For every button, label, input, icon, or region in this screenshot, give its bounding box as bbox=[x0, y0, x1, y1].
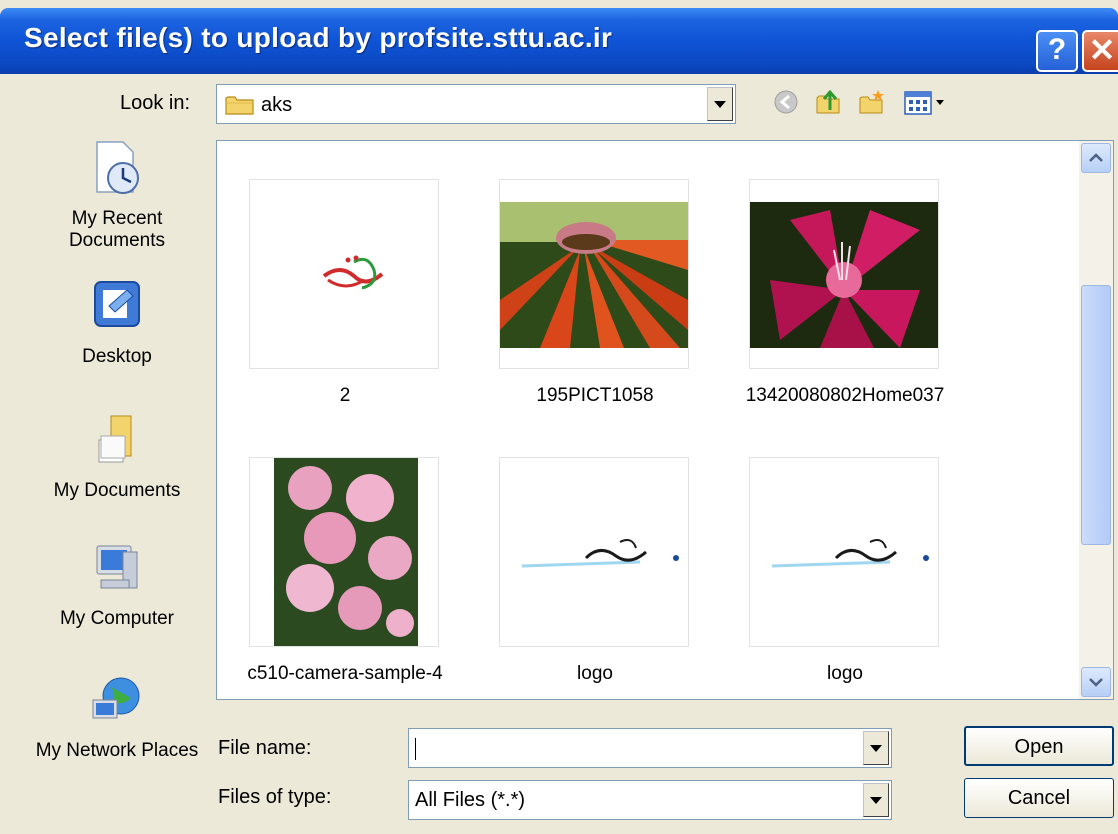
place-label: My Documents bbox=[53, 480, 181, 501]
logo-art-image bbox=[322, 255, 384, 290]
look-in-label: Look in: bbox=[120, 92, 191, 114]
file-type-field-label: Files of type: bbox=[218, 786, 332, 808]
scrollbar-thumb[interactable] bbox=[1081, 285, 1111, 545]
file-thumbnail bbox=[249, 179, 439, 369]
file-thumbnail bbox=[249, 457, 439, 647]
file-item[interactable]: logo bbox=[499, 457, 691, 697]
file-item[interactable]: c510-camera-sample-4 bbox=[247, 457, 443, 697]
cancel-button[interactable]: Cancel bbox=[964, 778, 1114, 818]
folder-icon bbox=[225, 96, 254, 115]
file-type-value: All Files (*.*) bbox=[415, 789, 526, 811]
open-button[interactable]: Open bbox=[964, 726, 1114, 766]
place-label: My Computer bbox=[59, 608, 175, 629]
chevron-down-icon bbox=[870, 744, 882, 752]
vertical-scrollbar[interactable] bbox=[1079, 141, 1113, 699]
place-label: Desktop bbox=[82, 346, 152, 367]
file-name-field-label: File name: bbox=[218, 737, 312, 759]
file-item[interactable]: logo bbox=[749, 457, 941, 697]
file-name-label: 2 bbox=[339, 385, 351, 406]
orange-flower-image bbox=[500, 202, 688, 348]
up-folder-icon[interactable] bbox=[814, 88, 842, 116]
recent-documents-icon bbox=[96, 141, 139, 194]
file-name-label: 13420080802Home037 bbox=[745, 385, 945, 406]
file-thumbnail bbox=[499, 179, 689, 369]
file-name-label: logo bbox=[827, 663, 863, 684]
my-documents-icon bbox=[98, 415, 132, 463]
pink-flower-image bbox=[750, 202, 938, 348]
file-upload-dialog: Select file(s) to upload by profsite.stt… bbox=[0, 0, 1118, 834]
my-computer-icon bbox=[96, 545, 138, 589]
look-in-dropdown-button[interactable] bbox=[707, 87, 733, 121]
chevron-down-icon bbox=[1089, 678, 1103, 687]
look-in-dropdown[interactable]: aks bbox=[216, 84, 736, 124]
file-type-dropdown-button[interactable] bbox=[863, 783, 889, 817]
azalea-image bbox=[274, 458, 418, 646]
logo-line-image bbox=[521, 539, 679, 568]
scroll-down-button[interactable] bbox=[1081, 667, 1111, 697]
place-recent-documents[interactable]: My Recent Documents bbox=[34, 138, 200, 252]
place-label: My Network Places bbox=[35, 740, 199, 761]
place-my-documents[interactable]: My Documents bbox=[34, 410, 200, 502]
places-bar: My Recent Documents Desktop My Documents bbox=[34, 138, 200, 826]
file-name-label: c510-camera-sample-4 bbox=[247, 663, 443, 684]
desktop-icon bbox=[94, 281, 140, 327]
network-places-icon bbox=[92, 677, 140, 719]
look-in-value: aks bbox=[261, 94, 293, 116]
text-cursor bbox=[415, 738, 416, 760]
place-label: My Recent Documents bbox=[68, 208, 166, 251]
scroll-up-button[interactable] bbox=[1081, 143, 1111, 173]
file-item[interactable]: 195PICT1058 bbox=[499, 179, 691, 419]
place-desktop[interactable]: Desktop bbox=[34, 276, 200, 368]
file-name-label: 195PICT1058 bbox=[536, 385, 654, 406]
logo-line-image bbox=[771, 539, 929, 568]
help-button[interactable]: ? bbox=[1036, 30, 1078, 72]
place-network-places[interactable]: My Network Places bbox=[34, 670, 200, 762]
chevron-up-icon bbox=[1089, 153, 1103, 162]
window-title: Select file(s) to upload by profsite.stt… bbox=[24, 22, 613, 53]
place-my-computer[interactable]: My Computer bbox=[34, 538, 200, 630]
file-item[interactable]: 13420080802Home037 bbox=[746, 179, 944, 419]
file-list-view[interactable]: 2 195PICT1058 13420080802Home037 c510-ca… bbox=[216, 140, 1114, 700]
chevron-down-icon bbox=[870, 796, 882, 804]
file-name-input[interactable] bbox=[408, 728, 892, 768]
file-item[interactable]: 2 bbox=[249, 179, 441, 419]
new-folder-icon[interactable] bbox=[858, 88, 886, 116]
view-menu-icon[interactable] bbox=[902, 88, 948, 116]
file-type-dropdown[interactable]: All Files (*.*) bbox=[408, 780, 892, 820]
title-bar[interactable]: Select file(s) to upload by profsite.stt… bbox=[0, 8, 1118, 74]
file-name-label: logo bbox=[577, 663, 613, 684]
close-button[interactable]: ✕ bbox=[1082, 30, 1118, 72]
file-thumbnail bbox=[749, 457, 939, 647]
file-thumbnail bbox=[499, 457, 689, 647]
file-name-dropdown-button[interactable] bbox=[863, 731, 889, 765]
file-thumbnail bbox=[749, 179, 939, 369]
chevron-down-icon bbox=[714, 100, 726, 108]
back-icon[interactable] bbox=[772, 88, 800, 116]
